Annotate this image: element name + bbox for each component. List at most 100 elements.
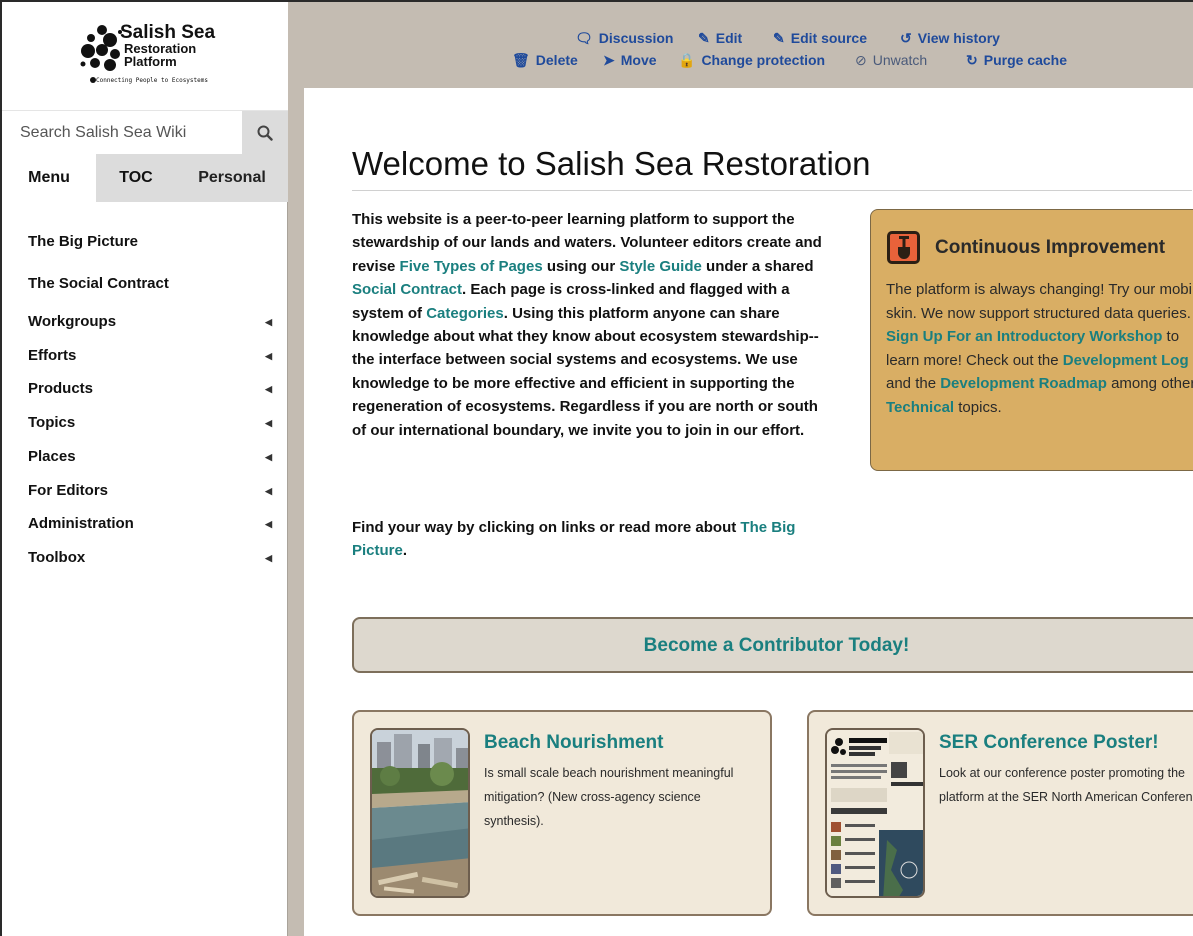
sidebar-item-toolbox[interactable]: Toolbox ◀ — [28, 549, 278, 566]
unwatch-link[interactable]: ⊘ Unwatch — [855, 52, 927, 69]
intro-text: under a shared — [701, 257, 814, 275]
development-roadmap-link[interactable]: Development Roadmap — [940, 375, 1107, 392]
chevron-left-icon: ◀ — [265, 418, 272, 428]
intro-text: . Using this platform anyone can share k… — [352, 304, 819, 439]
chevron-left-icon: ◀ — [265, 384, 272, 394]
page-title: Welcome to Salish Sea Restoration — [352, 145, 871, 182]
become-contributor-banner[interactable]: Become a Contributor Today! — [352, 617, 1193, 673]
ci-text: topics. — [954, 398, 1002, 416]
sidebar-item-for-editors[interactable]: For Editors ◀ — [28, 482, 278, 499]
edit-source-icon: ✎ — [773, 30, 785, 46]
view-history-link[interactable]: ↺ View history — [900, 30, 1000, 47]
ser-conference-poster-card[interactable]: SER Conference Poster! Look at our confe… — [807, 710, 1193, 916]
introductory-workshop-link[interactable]: Sign Up For an Introductory Workshop — [886, 328, 1162, 345]
find-text: Find your way by clicking on links or re… — [352, 519, 741, 536]
discussion-label: Discussion — [598, 30, 674, 46]
shovel-icon — [887, 231, 920, 264]
tab-toc[interactable]: TOC — [96, 154, 176, 202]
sidebar-item-label: For Editors — [28, 482, 109, 499]
card-title[interactable]: SER Conference Poster! — [939, 732, 1159, 754]
conference-poster-thumbnail — [825, 728, 925, 898]
card-text: Look at our conference poster promoting … — [939, 766, 1193, 804]
eye-slash-icon: ⊘ — [855, 52, 867, 68]
discussion-link[interactable]: 🗨 Discussion — [575, 30, 673, 47]
sidebar-item-topics[interactable]: Topics ◀ — [28, 414, 278, 431]
search-input[interactable] — [2, 111, 242, 155]
continuous-improvement-text: The platform is always changing! Try our… — [886, 278, 1193, 419]
trash-icon: 🗑 — [512, 52, 530, 68]
sidebar-item-label: Workgroups — [28, 313, 117, 330]
logo-mark-icon — [80, 25, 122, 71]
edit-source-link[interactable]: ✎ Edit source — [773, 30, 867, 47]
lock-icon: 🔒 — [678, 52, 696, 68]
change-protection-link[interactable]: 🔒 Change protection — [678, 52, 825, 69]
chevron-left-icon: ◀ — [265, 519, 272, 529]
card-text: Is small scale beach nourishment meaning… — [484, 766, 734, 828]
app-window: Salish Sea Restoration Platform Connecti… — [0, 0, 1193, 936]
page-actions-bar: 🗨 Discussion ✎ Edit ✎ Edit source ↺ View his… — [289, 2, 1193, 86]
intro-paragraph: This website is a peer-to-peer learning … — [352, 208, 832, 442]
find-text: . — [402, 542, 408, 560]
title-divider — [352, 190, 1192, 191]
sidebar-item-administration[interactable]: Administration ◀ — [28, 515, 278, 532]
sidebar-tabs: Menu TOC Personal — [2, 154, 288, 202]
chevron-left-icon: ◀ — [265, 351, 272, 361]
ci-text: and the — [886, 375, 941, 392]
sidebar-item-products[interactable]: Products ◀ — [28, 380, 278, 397]
sidebar-item-workgroups[interactable]: Workgroups ◀ — [28, 313, 278, 330]
history-icon: ↺ — [900, 30, 912, 46]
logo-subtitle: Platform — [124, 54, 177, 69]
move-label: Move — [620, 52, 657, 68]
search-button[interactable] — [242, 111, 288, 155]
sidebar-item-label: Toolbox — [28, 549, 86, 566]
search-bar — [2, 110, 288, 155]
social-contract-link[interactable]: Social Contract — [352, 281, 462, 298]
style-guide-link[interactable]: Style Guide — [619, 258, 702, 275]
chevron-left-icon: ◀ — [265, 486, 272, 496]
development-log-link[interactable]: Development Log — [1063, 352, 1189, 369]
sidebar-item-the-big-picture[interactable]: The Big Picture — [28, 233, 138, 250]
sidebar-item-places[interactable]: Places ◀ — [28, 448, 278, 465]
logo-tagline: Connecting People to Ecosystems — [96, 77, 208, 84]
edit-icon: ✎ — [698, 30, 710, 46]
continuous-improvement-title: Continuous Improvement — [935, 237, 1166, 258]
sidebar-item-label: Topics — [28, 414, 76, 431]
delete-label: Delete — [535, 52, 578, 68]
edit-source-label: Edit source — [790, 30, 867, 46]
card-title[interactable]: Beach Nourishment — [484, 732, 663, 754]
main-content: Welcome to Salish Sea Restoration This w… — [304, 88, 1193, 936]
sidebar-item-label: Efforts — [28, 347, 77, 364]
sidebar-item-efforts[interactable]: Efforts ◀ — [28, 347, 278, 364]
chevron-left-icon: ◀ — [265, 317, 272, 327]
move-link[interactable]: ➤ Move — [603, 52, 657, 69]
site-logo[interactable]: Salish Sea Restoration Platform Connecti… — [2, 2, 288, 114]
sidebar-item-the-social-contract[interactable]: The Social Contract — [28, 275, 169, 292]
logo-title: Salish Sea — [120, 22, 216, 43]
tab-menu[interactable]: Menu — [2, 154, 96, 202]
discussion-icon: 🗨 — [575, 30, 593, 46]
find-your-way-paragraph: Find your way by clicking on links or re… — [352, 516, 832, 563]
chevron-left-icon: ◀ — [265, 452, 272, 462]
beach-nourishment-card[interactable]: Beach Nourishment Is small scale beach n… — [352, 710, 772, 916]
change-protection-label: Change protection — [701, 52, 826, 68]
purge-cache-link[interactable]: ↻ Purge cache — [966, 52, 1067, 69]
purge-cache-label: Purge cache — [983, 52, 1067, 68]
five-types-of-pages-link[interactable]: Five Types of Pages — [400, 258, 543, 275]
technical-link[interactable]: Technical — [886, 399, 954, 416]
unwatch-label: Unwatch — [872, 52, 928, 68]
search-icon — [257, 125, 273, 141]
ci-text: The platform is always changing! Try our… — [886, 281, 1193, 322]
sidebar: Salish Sea Restoration Platform Connecti… — [2, 2, 288, 936]
refresh-icon: ↻ — [966, 52, 978, 68]
tab-personal[interactable]: Personal — [176, 154, 288, 202]
move-icon: ➤ — [603, 52, 615, 68]
become-contributor-label: Become a Contributor Today! — [643, 635, 910, 656]
continuous-improvement-box: Continuous Improvement The platform is a… — [870, 209, 1193, 471]
view-history-label: View history — [917, 30, 1000, 46]
beach-photo — [370, 728, 470, 898]
chevron-left-icon: ◀ — [265, 553, 272, 563]
sidebar-item-label: Products — [28, 380, 94, 397]
edit-link[interactable]: ✎ Edit — [698, 30, 742, 47]
categories-link[interactable]: Categories — [426, 305, 504, 322]
delete-link[interactable]: 🗑 Delete — [512, 52, 578, 69]
